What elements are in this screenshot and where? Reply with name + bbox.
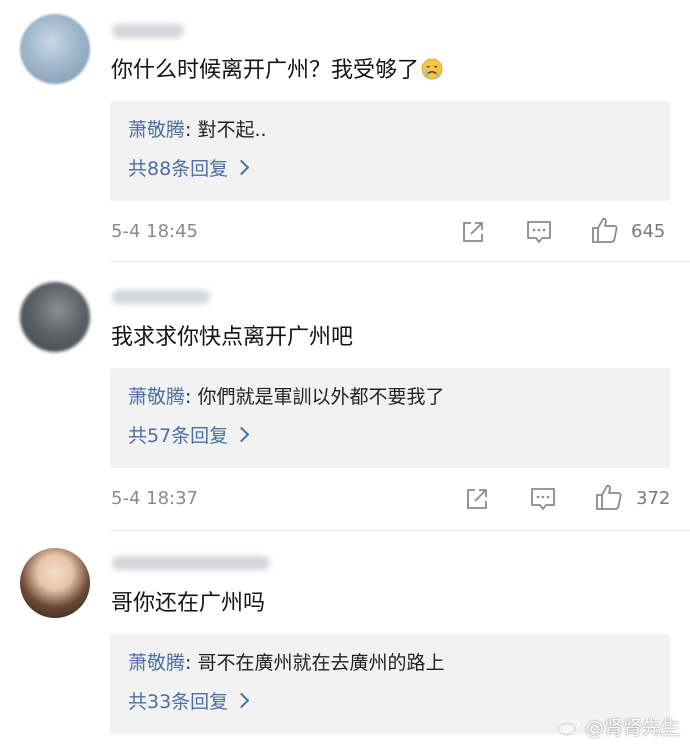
divider: [110, 261, 690, 262]
like-count: 372: [636, 488, 671, 509]
watermark-text: @肾肾先生: [584, 717, 680, 739]
view-replies-label[interactable]: 共57条回复: [128, 425, 228, 447]
weibo-watermark: @肾肾先生: [557, 713, 680, 740]
reply-author[interactable]: 萧敬腾: [128, 119, 185, 141]
divider: [110, 530, 690, 531]
avatar[interactable]: [20, 548, 90, 618]
reply-line: 萧敬腾: 你們就是軍訓以外都不要我了: [128, 384, 444, 410]
reply-preview[interactable]: 萧敬腾: 對不起.. 共88条回复: [110, 101, 670, 201]
reply-line: 萧敬腾: 對不起..: [128, 117, 267, 143]
username-blurred[interactable]: [112, 556, 270, 570]
comment-text: 我求求你快点离开广州吧: [111, 325, 354, 350]
comment-text: 你什么时候离开广州？我受够了: [111, 56, 443, 86]
like-icon[interactable]: [594, 482, 624, 512]
comment-text: 哥你还在广州吗: [111, 591, 266, 616]
reply-text: 對不起..: [197, 119, 267, 141]
reply-text: 你們就是軍訓以外都不要我了: [197, 386, 445, 408]
view-replies-label[interactable]: 共88条回复: [128, 158, 228, 180]
view-replies-link[interactable]: 共33条回复: [128, 689, 250, 715]
timestamp: 5-4 18:45: [111, 221, 198, 242]
reply-author[interactable]: 萧敬腾: [128, 386, 185, 408]
reply-text: 哥不在廣州就在去廣州的路上: [197, 652, 445, 674]
chevron-right-icon: [233, 159, 250, 176]
reply-separator: :: [185, 386, 198, 408]
reply-separator: :: [185, 652, 198, 674]
avatar[interactable]: [20, 282, 90, 352]
share-icon[interactable]: [458, 217, 488, 247]
username-blurred[interactable]: [112, 290, 210, 304]
share-icon[interactable]: [462, 484, 492, 514]
comment-icon[interactable]: [524, 217, 554, 247]
view-replies-link[interactable]: 共88条回复: [128, 156, 250, 182]
reply-preview[interactable]: 萧敬腾: 你們就是軍訓以外都不要我了 共57条回复: [110, 368, 670, 468]
reply-line: 萧敬腾: 哥不在廣州就在去廣州的路上: [128, 650, 444, 676]
timestamp: 5-4 18:37: [111, 488, 198, 509]
like-count: 645: [631, 221, 666, 242]
view-replies-label[interactable]: 共33条回复: [128, 691, 228, 713]
crying-face-emoji-icon: [421, 58, 443, 80]
view-replies-link[interactable]: 共57条回复: [128, 423, 250, 449]
reply-author[interactable]: 萧敬腾: [128, 652, 185, 674]
comment-icon[interactable]: [528, 484, 558, 514]
like-icon[interactable]: [590, 215, 620, 245]
chevron-right-icon: [233, 692, 250, 709]
comment-text-content: 你什么时候离开广州？我受够了: [111, 58, 420, 83]
weibo-logo-icon: [557, 719, 580, 736]
reply-separator: :: [185, 119, 198, 141]
chevron-right-icon: [233, 426, 250, 443]
avatar[interactable]: [20, 14, 90, 84]
username-blurred[interactable]: [112, 24, 184, 38]
